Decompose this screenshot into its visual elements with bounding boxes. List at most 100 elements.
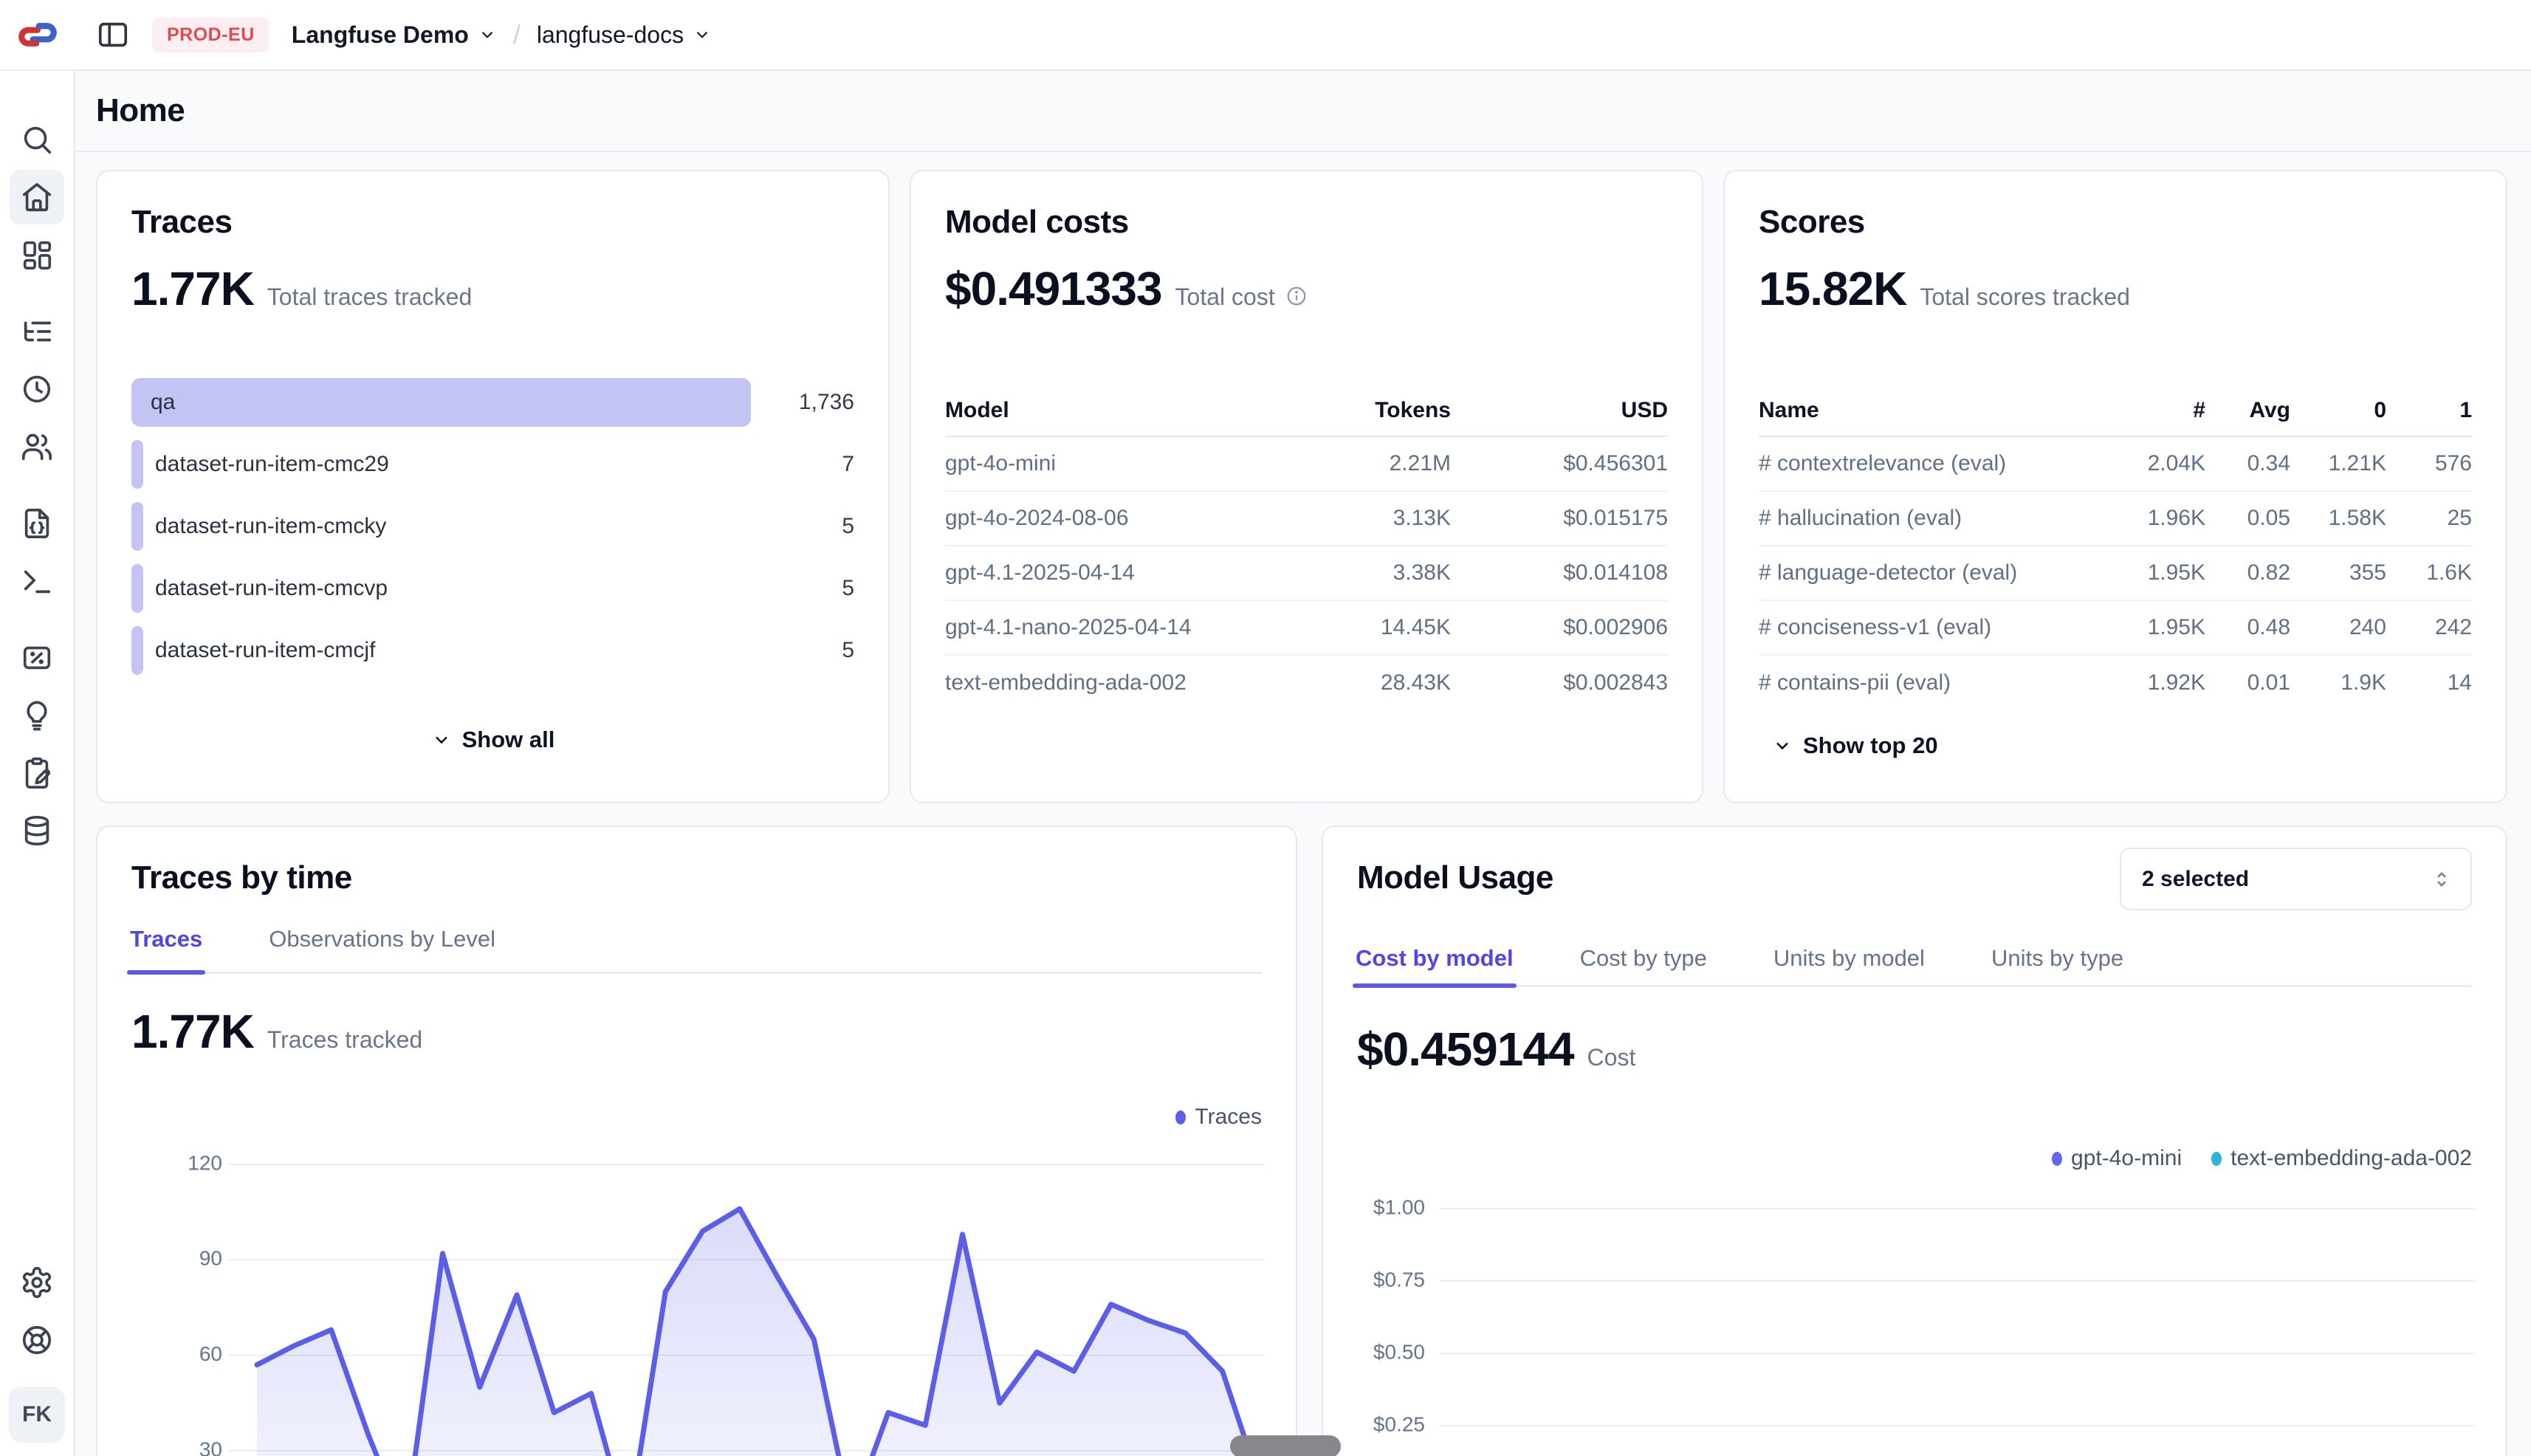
legend-item-gpt-4o-mini[interactable]: gpt-4o-mini	[2052, 1146, 2182, 1171]
traces-by-time-legend: Traces	[1175, 1105, 1262, 1130]
scores-col-header: 0	[2290, 398, 2386, 423]
project-switcher[interactable]: langfuse-docs	[537, 21, 712, 49]
legend-item-text-embedding-ada-002[interactable]: text-embedding-ada-002	[2211, 1146, 2472, 1171]
model-costs-col-header: Tokens	[1259, 398, 1451, 423]
traces-by-time-tab-traces[interactable]: Traces	[127, 926, 205, 952]
model-costs-cell: 2.21M	[1259, 451, 1451, 476]
scores-cell: 355	[2290, 560, 2386, 586]
chevron-down-icon	[1772, 735, 1793, 756]
traces-by-time-title: Traces by time	[131, 859, 352, 896]
model-usage-chart: $1.00$0.75$0.50$0.25	[1357, 1181, 2475, 1456]
model-select[interactable]: 2 selected	[2120, 848, 2472, 910]
model-costs-row: gpt-4o-mini2.21M$0.456301	[945, 437, 1668, 492]
langfuse-logo[interactable]	[0, 18, 75, 51]
trace-bar-label: dataset-run-item-cmcky	[155, 514, 386, 539]
model-usage-tab-units-by-model[interactable]: Units by model	[1771, 945, 1928, 972]
chevrons-up-down-icon	[2431, 868, 2453, 890]
traces-by-time-tab-observations-by-level[interactable]: Observations by Level	[266, 926, 498, 952]
legend-label: Traces	[1195, 1105, 1262, 1130]
model-costs-header: ModelTokensUSD	[945, 391, 1668, 430]
traces-by-time-card: Traces by time Traces Observations by Lev…	[96, 825, 1297, 1456]
terminal-icon	[20, 564, 54, 598]
trace-bar-label: dataset-run-item-cmc29	[155, 452, 389, 477]
scores-metric: 15.82K Total scores tracked	[1759, 261, 2130, 316]
scores-cell: 1.6K	[2386, 560, 2472, 586]
chevron-down-icon	[431, 729, 452, 750]
traces-by-time-metric: 1.77K Traces tracked	[131, 1004, 422, 1059]
scores-cell: 1.9K	[2290, 670, 2386, 696]
home-icon	[20, 180, 54, 214]
sidebar-item-terminal[interactable]	[10, 554, 64, 608]
trace-bar-row[interactable]: qa1,736	[131, 378, 854, 427]
legend-dot	[2052, 1152, 2062, 1166]
user-avatar[interactable]: FK	[9, 1387, 65, 1443]
trace-bar	[131, 564, 143, 613]
legend-item-Traces[interactable]: Traces	[1175, 1105, 1262, 1130]
show-top-20-button[interactable]: Show top 20	[1772, 732, 1938, 759]
sidebar-item-home[interactable]	[10, 170, 64, 224]
sidebar-toggle-button[interactable]	[96, 18, 130, 52]
model-usage-tab-cost-by-model[interactable]: Cost by model	[1353, 945, 1517, 972]
sidebar-item-database[interactable]	[10, 803, 64, 858]
org-switcher[interactable]: Langfuse Demo	[292, 21, 497, 49]
scores-cell: 2.04K	[2102, 451, 2205, 476]
scores-cell: 1.95K	[2102, 560, 2205, 586]
scores-metric-value: 15.82K	[1759, 261, 1906, 316]
chevron-down-icon	[693, 25, 712, 44]
trace-bar-row[interactable]: dataset-run-item-cmcjf5	[131, 626, 854, 675]
svg-text:90: 90	[199, 1247, 222, 1270]
horizontal-scrollbar-thumb[interactable]	[1230, 1435, 1341, 1456]
scores-cell: # language-detector (eval)	[1759, 560, 2102, 586]
sidebar-item-file-braces[interactable]	[10, 496, 64, 551]
life-buoy-icon	[20, 1323, 54, 1357]
traces-card-title: Traces	[131, 204, 232, 241]
model-select-value: 2 selected	[2142, 867, 2249, 892]
model-usage-metric-label: Cost	[1587, 1044, 1636, 1071]
legend-label: gpt-4o-mini	[2071, 1146, 2182, 1171]
sidebar-item-support[interactable]	[10, 1313, 64, 1367]
model-costs-cell: text-embedding-ada-002	[945, 670, 1259, 696]
traces-by-time-metric-label: Traces tracked	[267, 1026, 422, 1054]
scores-cell: # hallucination (eval)	[1759, 506, 2102, 531]
sidebar-item-clock[interactable]	[10, 362, 64, 416]
app-root: PROD-EU Langfuse Demo / langfuse-docs	[0, 0, 2531, 1456]
model-usage-tab-units-by-type[interactable]: Units by type	[1988, 945, 2126, 972]
trace-bar-row[interactable]: dataset-run-item-cmcvp5	[131, 564, 854, 613]
trace-bar	[131, 440, 143, 489]
model-costs-cell: gpt-4.1-nano-2025-04-14	[945, 615, 1259, 640]
sidebar-item-lightbulb[interactable]	[10, 688, 64, 743]
trace-bar-row[interactable]: dataset-run-item-cmc297	[131, 440, 854, 489]
model-costs-cell: gpt-4o-mini	[945, 451, 1259, 476]
model-costs-metric: $0.491333 Total cost	[945, 261, 1308, 316]
sidebar-item-search[interactable]	[10, 112, 64, 167]
scores-row: # contains-pii (eval)1.92K0.011.9K14	[1759, 656, 2472, 710]
model-costs-cell: 14.45K	[1259, 615, 1451, 640]
show-all-button[interactable]: Show all	[97, 727, 888, 753]
environment-badge: PROD-EU	[152, 18, 269, 52]
trace-bar	[131, 378, 751, 427]
info-icon[interactable]	[1285, 285, 1308, 307]
sidebar: FK	[0, 71, 75, 1456]
search-icon	[20, 123, 54, 157]
model-usage-tabs: Cost by model Cost by type Units by model U…	[1353, 945, 2126, 972]
model-usage-tab-cost-by-type[interactable]: Cost by type	[1577, 945, 1710, 972]
breadcrumb-separator: /	[513, 19, 521, 50]
scores-row: # contextrelevance (eval)2.04K0.341.21K5…	[1759, 437, 2472, 492]
model-costs-cell: gpt-4o-2024-08-06	[945, 506, 1259, 531]
sidebar-item-settings[interactable]	[10, 1255, 64, 1310]
sidebar-item-clipboard-pen[interactable]	[10, 746, 64, 800]
traces-by-time-metric-value: 1.77K	[131, 1004, 254, 1059]
sidebar-item-layout-dashboard[interactable]	[10, 227, 64, 282]
model-costs-cell: 28.43K	[1259, 670, 1451, 696]
gear-icon	[20, 1266, 54, 1299]
trace-bar-row[interactable]: dataset-run-item-cmcky 5	[131, 502, 854, 551]
scores-cell: 240	[2290, 615, 2386, 640]
trace-bar	[131, 626, 143, 675]
scores-table: Name#Avg01 # contextrelevance (eval)2.04…	[1759, 391, 2472, 710]
sidebar-item-percent-square[interactable]	[10, 631, 64, 685]
sidebar-item-list-tree[interactable]	[10, 304, 64, 359]
clipboard-pen-icon	[20, 756, 54, 790]
trace-bar-value: 5	[842, 514, 854, 539]
sidebar-item-users[interactable]	[10, 419, 64, 474]
model-costs-row: text-embedding-ada-00228.43K$0.002843	[945, 656, 1668, 710]
